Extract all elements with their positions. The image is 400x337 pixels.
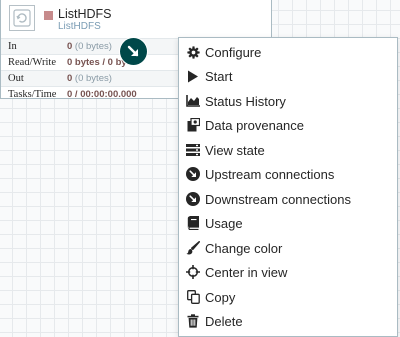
- menu-item-downstream-connections[interactable]: Downstream connections: [179, 187, 397, 211]
- processor-header[interactable]: ListHDFS ListHDFS: [1, 0, 271, 37]
- menu-item-label: View state: [205, 142, 265, 158]
- area-chart-icon: [186, 94, 200, 108]
- menu-item-usage[interactable]: Usage: [179, 211, 397, 235]
- stat-value: 0 (0 bytes): [67, 73, 112, 84]
- menu-item-label: Change color: [205, 240, 283, 256]
- copy-icon: [186, 290, 200, 304]
- book-icon: [186, 216, 200, 230]
- menu-item-upstream-connections[interactable]: Upstream connections: [179, 162, 397, 186]
- stat-label: Read/Write: [8, 57, 56, 68]
- trash-icon: [186, 314, 200, 328]
- menu-item-label: Start: [205, 68, 233, 84]
- stat-value: 0 / 00:00:00.000: [67, 89, 137, 100]
- menu-item-configure[interactable]: Configure: [179, 40, 397, 64]
- context-menu: Configure Start Status History Data prov…: [178, 37, 398, 337]
- stat-label: Tasks/Time: [8, 89, 57, 100]
- state-icon: [186, 143, 200, 157]
- arrow-down-right-icon: [127, 45, 139, 57]
- processor-type: ListHDFS: [58, 21, 101, 32]
- stat-label: Out: [8, 73, 24, 84]
- menu-item-label: Upstream connections: [205, 166, 335, 182]
- menu-item-center-in-view[interactable]: Center in view: [179, 260, 397, 284]
- processor-name: ListHDFS: [58, 7, 112, 21]
- add-connection-button[interactable]: [120, 38, 147, 65]
- gear-icon: [186, 45, 200, 59]
- menu-item-label: Usage: [205, 215, 243, 231]
- downstream-icon: [186, 192, 200, 206]
- menu-item-delete[interactable]: Delete: [179, 309, 397, 333]
- menu-item-label: Data provenance: [205, 117, 305, 133]
- provenance-icon: [186, 118, 200, 132]
- stat-value: 0 (0 bytes): [67, 41, 112, 52]
- menu-item-label: Configure: [205, 44, 262, 60]
- menu-item-label: Copy: [205, 289, 236, 305]
- crosshairs-icon: [186, 265, 200, 279]
- menu-item-status-history[interactable]: Status History: [179, 89, 397, 113]
- stopped-state-icon: [44, 11, 53, 20]
- processor-type-icon: [9, 5, 35, 31]
- stat-label: In: [8, 41, 17, 52]
- play-icon: [186, 69, 200, 83]
- menu-item-view-state[interactable]: View state: [179, 138, 397, 162]
- menu-item-label: Status History: [205, 93, 286, 109]
- menu-item-copy[interactable]: Copy: [179, 285, 397, 309]
- menu-item-change-color[interactable]: Change color: [179, 236, 397, 260]
- menu-item-data-provenance[interactable]: Data provenance: [179, 113, 397, 137]
- menu-item-start[interactable]: Start: [179, 64, 397, 88]
- paintbrush-icon: [186, 241, 200, 255]
- menu-item-label: Delete: [205, 313, 243, 329]
- menu-item-label: Downstream connections: [205, 191, 351, 207]
- upstream-icon: [186, 167, 200, 181]
- menu-item-label: Center in view: [205, 264, 288, 280]
